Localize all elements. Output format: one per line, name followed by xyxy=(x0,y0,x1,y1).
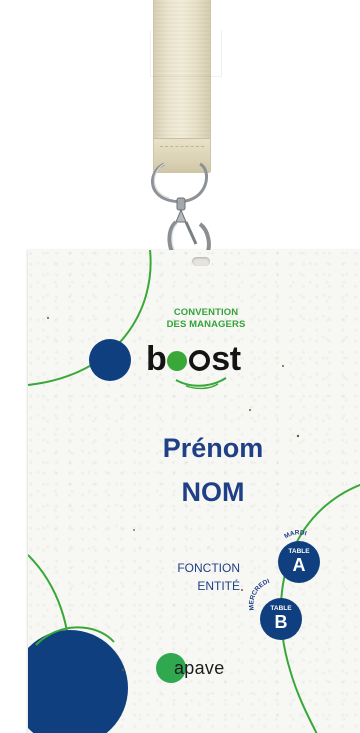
lanyard-badge-photo: CONVENTION DES MANAGERS b st Prénom NOM … xyxy=(0,0,360,733)
apave-logo: apave xyxy=(156,653,224,683)
table-a-letter: A xyxy=(292,555,306,575)
table-b-letter: B xyxy=(274,612,288,632)
name-badge-card: CONVENTION DES MANAGERS b st Prénom NOM … xyxy=(28,250,360,733)
apave-logo-text: apave xyxy=(174,658,225,678)
table-a-day-label: MARDI xyxy=(283,529,307,540)
table-a-badge: TABLE A xyxy=(278,541,320,583)
table-b-badge: TABLE B xyxy=(260,598,302,640)
lanyard-stitch xyxy=(160,146,204,147)
lanyard-strap xyxy=(153,0,211,173)
